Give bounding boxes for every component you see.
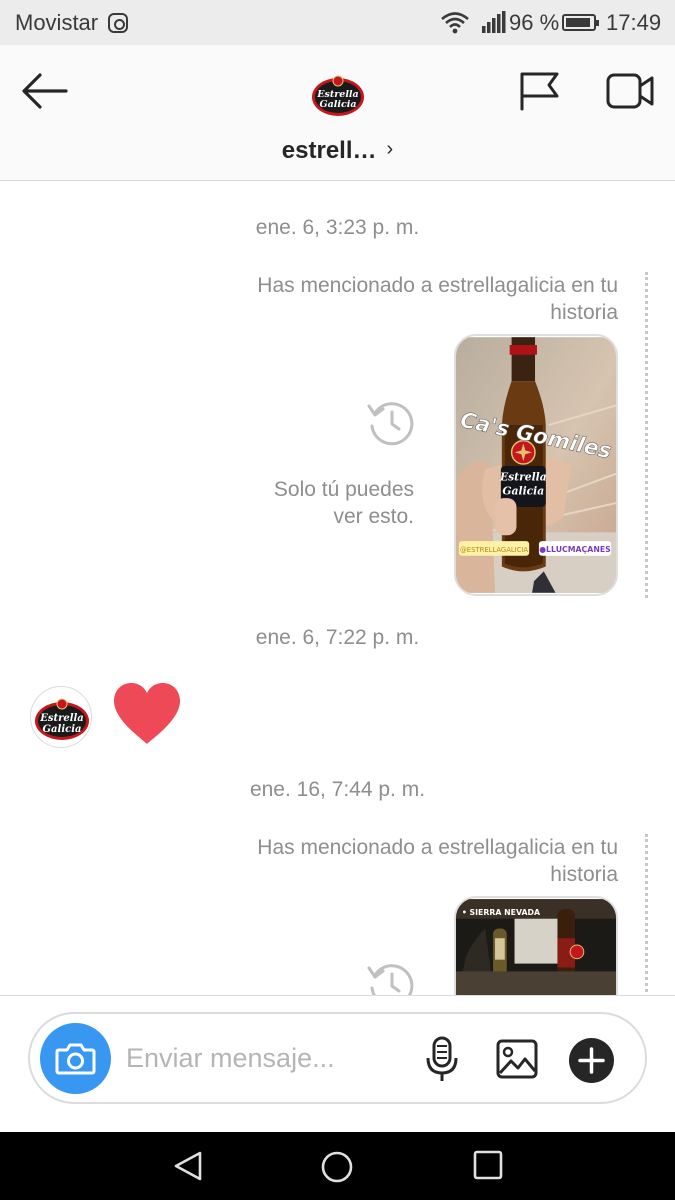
story-thread-dots [645, 834, 648, 995]
plus-icon [578, 1047, 605, 1074]
plus-button[interactable] [569, 1038, 614, 1083]
story-location-sticker: ●LLUCMAÇANES [539, 545, 611, 554]
story-tag: • SIERRA NEVADA [462, 908, 540, 917]
back-arrow-icon[interactable] [20, 71, 68, 111]
status-clock: 17:49 [606, 10, 662, 35]
gallery-icon[interactable] [496, 1039, 538, 1079]
carrier-name: Movistar [15, 10, 99, 35]
story-label-line1: Estrella [499, 471, 547, 484]
system-nav-bar [0, 1132, 675, 1200]
battery-percentage: 96 % [509, 10, 560, 35]
timestamp: ene. 6, 3:23 p. m. [255, 216, 420, 239]
privacy-note-line1: Solo tú puedes [273, 478, 414, 501]
message-input[interactable] [126, 1040, 406, 1076]
history-icon [367, 402, 414, 446]
message-thread[interactable]: ene. 6, 3:23 p. m. Has mencionado a estr… [0, 182, 675, 995]
timestamp: ene. 6, 7:22 p. m. [255, 626, 420, 649]
microphone-icon[interactable] [425, 1036, 459, 1084]
story-thread-dots [645, 272, 648, 598]
header-avatar[interactable]: Estrella Galicia [311, 73, 365, 117]
timestamp: ene. 16, 7:44 p. m. [249, 778, 426, 801]
flag-icon[interactable] [519, 71, 561, 111]
signal-icon [482, 11, 506, 33]
instagram-icon [108, 13, 128, 33]
story-mention-sticker: @ESTRELLAGALICIA [460, 546, 528, 554]
recents-square-icon[interactable] [473, 1150, 503, 1180]
chevron-right-icon: › [386, 138, 394, 160]
sender-avatar-logo: Estrella Galicia [35, 698, 89, 740]
camera-button[interactable] [40, 1023, 111, 1094]
wifi-icon [441, 12, 469, 34]
privacy-note-line2: ver esto. [333, 505, 414, 528]
camera-icon [55, 1043, 96, 1075]
battery-icon [562, 14, 599, 31]
story-mention-text: Has mencionado a estrellagalicia en tu h… [257, 836, 618, 886]
story-mention-text: Has mencionado a estrellagalicia en tu h… [257, 274, 618, 324]
header-avatar-line2: Galicia [319, 99, 356, 110]
heart-icon[interactable] [112, 682, 182, 746]
sender-avatar[interactable]: Estrella Galicia [30, 686, 92, 748]
story-label-line2: Galicia [502, 484, 544, 497]
status-bar: Movistar 96 % 17:49 [0, 0, 675, 45]
sender-avatar-line1: Estrella [39, 713, 84, 724]
home-circle-icon[interactable] [320, 1150, 354, 1184]
back-triangle-icon[interactable] [172, 1150, 204, 1182]
conversation-username[interactable]: estrell… › [0, 137, 675, 165]
story-thumbnail[interactable]: Estrella Galicia Ca's Gomiles @ESTRELLAG… [454, 334, 618, 596]
privacy-note: Solo tú puedes ver esto. [230, 476, 414, 530]
message-composer [28, 1012, 647, 1104]
username-text: estrell… [281, 137, 377, 164]
history-icon [367, 964, 414, 995]
story-thumbnail[interactable]: • SIERRA NEVADA [454, 896, 618, 995]
composer-area [0, 995, 675, 1132]
conversation-header: Estrella Galicia estrell… › [0, 45, 675, 181]
video-call-icon[interactable] [606, 73, 654, 109]
sender-avatar-line2: Galicia [43, 724, 82, 735]
